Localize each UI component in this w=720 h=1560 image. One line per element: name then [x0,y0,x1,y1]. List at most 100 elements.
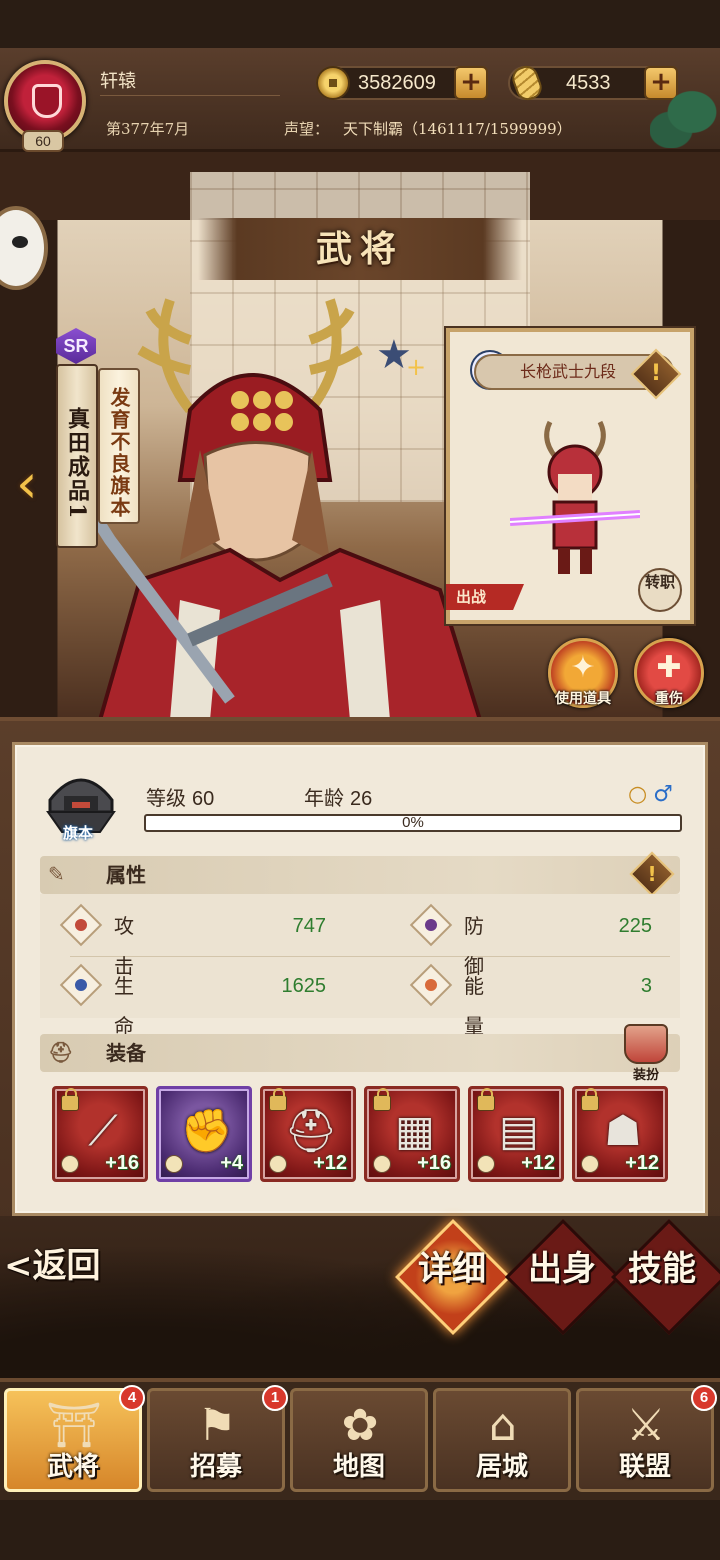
dress-up-button[interactable]: 装扮 [618,1024,674,1083]
level-label: 等级 [146,786,186,810]
fame-label: 声望： [284,120,330,138]
fame-value: 天下制霸（1461117/1599999） [343,120,572,138]
dress-up-label: 装扮 [632,1068,659,1083]
equipment-bonus: +4 [220,1152,243,1174]
kabuto-helmet-icon: ⛑ [284,1106,338,1155]
star-upgrade-button[interactable]: ★ + [376,332,426,381]
marriage-ring-icon: ○ [628,782,648,807]
helmet-small-icon: ⛑ [48,1040,74,1064]
notification-badge: 4 [119,1385,145,1411]
equipment-slot-tabi[interactable]: ☗ +12 [572,1086,668,1182]
slot-type-icon [165,1155,183,1173]
hp-value: 1625 [281,975,327,997]
game-date: 第377年7月 [106,120,190,138]
attributes-header: ✎ 属性 ! [40,851,680,897]
nav-alliance-label: 联盟 [618,1452,671,1482]
gold-value: 3582609 [358,72,436,94]
player-name: 轩辕 [100,68,280,96]
gender-display: ○ ♂ [628,782,673,807]
age-label: 年龄 [304,786,344,810]
rank-label: 旗本 [62,824,93,842]
defense-value: 225 [618,915,652,937]
attack-value: 747 [292,915,326,937]
recruit-board-icon: ⚑ [197,1400,237,1451]
male-icon: ♂ [653,782,673,807]
face [203,441,312,562]
system-bar [0,1500,720,1560]
pine-decoration [650,88,720,148]
prev-general-arrow[interactable]: ‹ [16,452,42,516]
nav-recruit-label: 招募 [189,1452,242,1482]
player-level-badge: 60 [22,130,64,152]
scroll-item-icon: ✦ [570,650,596,685]
gold-counter: 3582609 + [316,66,488,100]
equipment-slot-helmet[interactable]: ⛑ +12 [260,1086,356,1182]
samurai-helmet-icon: ⛩ [46,1400,102,1451]
experience-bar: 0% [144,814,682,832]
equipment-slot-skirt[interactable]: ▤ +12 [468,1086,564,1182]
level-value: 60 [192,788,215,810]
unit-chibi-sprite [510,420,640,574]
nav-alliance[interactable]: ⚔ 联盟 6 [576,1385,717,1492]
add-gold-button[interactable]: + [454,66,488,100]
castle-icon: ⌂ [489,1400,517,1451]
fame-display: 声望： 天下制霸（1461117/1599999） [284,118,572,139]
nav-recruit[interactable]: ⚑ 招募 1 [147,1385,288,1492]
sortie-tag: 出战 [446,584,524,610]
armor-icon: ▦ [395,1106,435,1155]
nav-castle-label: 居城 [475,1452,528,1482]
slot-type-icon [269,1155,287,1173]
use-item-label: 使用道具 [555,691,611,707]
nav-map[interactable]: ✿ 地图 [290,1388,428,1492]
equipment-bonus: +12 [625,1152,659,1174]
spear-head-icon: ⟋ [88,1106,118,1155]
age-value: 26 [350,788,373,810]
equipment-bonus: +16 [105,1152,139,1174]
attributes-title: 属性 [106,863,146,887]
level-display: 等级 60 [146,782,214,811]
general-title: 发育不良旗本 [98,368,140,524]
armor [97,547,483,720]
kimono-icon [624,1024,668,1064]
equipment-slot-gauntlet[interactable]: ✊ +4 [156,1086,252,1182]
tab-skill[interactable]: 技能 [612,1248,712,1290]
nav-generals[interactable]: ⛩ 武将 4 [4,1385,145,1492]
attributes-divider [70,956,670,957]
tab-detail[interactable]: 详细 [402,1248,502,1290]
skirt-armor-icon: ▤ [499,1106,539,1155]
heart-cross-icon: ✚ [656,650,682,685]
class-transfer-button[interactable]: 转职 [638,568,682,612]
tally-value: 4533 [566,72,611,94]
nav-generals-label: 武将 [46,1452,99,1482]
slot-type-icon [373,1155,391,1173]
equipment-bonus: +12 [313,1152,347,1174]
energy-value: 3 [640,975,652,997]
page-title: 武将 [198,218,522,280]
equipment-bonus: +12 [521,1152,555,1174]
back-label: <返回 [4,1246,101,1286]
equipment-title: 装备 [106,1041,146,1065]
heavy-wound-label: 重伤 [655,691,683,707]
tab-origin[interactable]: 出身 [512,1248,612,1290]
gauntlet-icon: ✊ [180,1106,234,1155]
nav-castle[interactable]: ⌂ 居城 [433,1388,571,1492]
equipment-slot-weapon[interactable]: ⟋ +16 [52,1086,148,1182]
brush-icon: ✎ [48,862,65,886]
notification-badge: 6 [691,1385,717,1411]
antler-left [137,298,194,414]
equipment-header: ⛑ 装备 [40,1034,680,1072]
experience-label: 0% [402,814,424,831]
map-scroll-icon: ✿ [341,1400,379,1451]
clan-shield-icon [32,84,62,118]
slot-type-icon [477,1155,495,1173]
antler-right [306,298,363,414]
general-name: 真田成品1 [56,364,98,548]
tabi-socks-icon: ☗ [604,1106,642,1155]
slot-type-icon [61,1155,79,1173]
back-button[interactable]: <返回 [4,1211,134,1311]
gold-coin-icon [316,66,350,100]
attributes-info-button[interactable]: ! [629,851,675,897]
slot-type-icon [581,1155,599,1173]
alliance-flags-icon: ⚔ [626,1400,666,1451]
equipment-slot-armor[interactable]: ▦ +16 [364,1086,460,1182]
